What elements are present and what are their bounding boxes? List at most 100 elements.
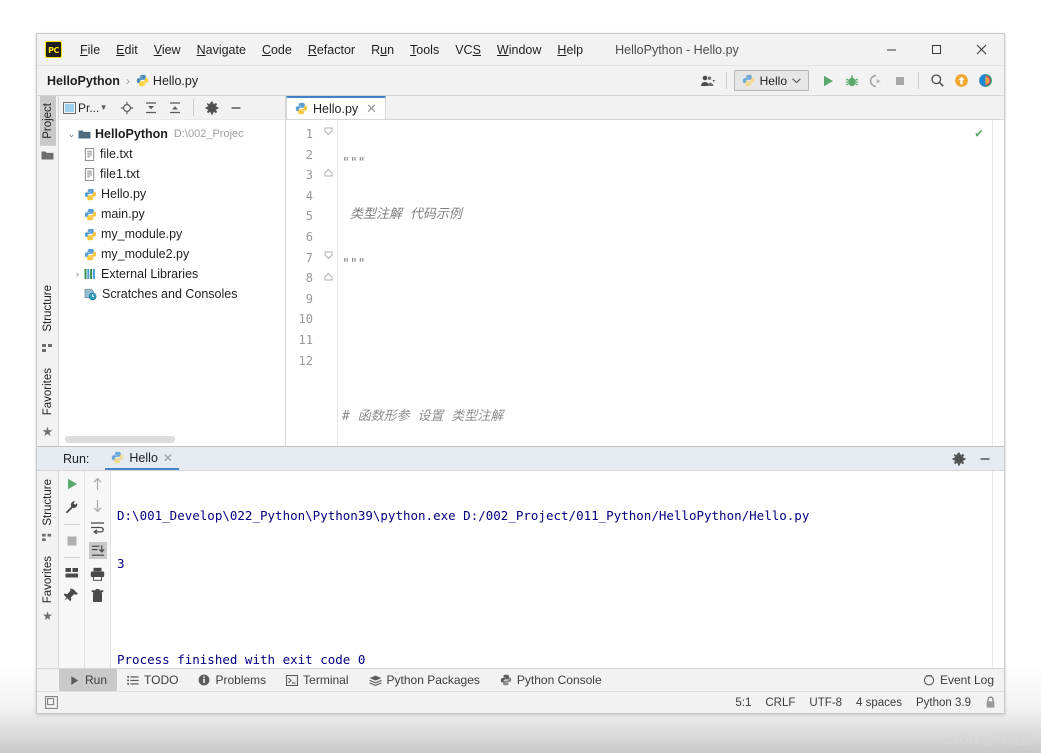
twisty-icon[interactable]: › — [71, 269, 84, 279]
clear-all-icon[interactable] — [91, 589, 104, 603]
menu-item-file[interactable]: File — [72, 41, 108, 59]
menu-item-navigate[interactable]: Navigate — [189, 41, 254, 59]
fold-region-function-icon[interactable] — [324, 251, 333, 260]
menu-item-help[interactable]: Help — [549, 41, 591, 59]
chevron-down-icon[interactable] — [792, 77, 801, 84]
bottom-tool-terminal[interactable]: Terminal — [276, 669, 358, 691]
bottom-tool-run[interactable]: Run — [59, 669, 118, 691]
tree-item-hellopython[interactable]: ⌄ HelloPython D:\002_Projec — [59, 124, 285, 144]
code-line-1[interactable]: """ — [338, 154, 992, 175]
event-log-label[interactable]: Event Log — [940, 673, 994, 687]
code-line-6[interactable]: # 函数形参 设置 类型注解 — [338, 407, 992, 428]
fold-region-function-end-icon[interactable] — [324, 272, 333, 281]
code-content[interactable]: """ 类型注解 代码示例 """ # 函数形参 设置 类型注解 def add… — [338, 120, 992, 446]
tree-item-hello-py[interactable]: Hello.py — [59, 184, 285, 204]
search-icon[interactable] — [926, 70, 948, 92]
close-icon[interactable]: ✕ — [366, 101, 377, 117]
lock-icon[interactable] — [985, 696, 996, 709]
scroll-down-icon[interactable] — [91, 499, 104, 513]
code-folding-gutter[interactable] — [320, 120, 338, 446]
bottom-tool-todo[interactable]: TODO — [117, 669, 188, 691]
project-horizontal-scrollbar[interactable] — [65, 436, 175, 443]
menu-item-edit[interactable]: Edit — [108, 41, 146, 59]
tree-item-file1-txt[interactable]: file1.txt — [59, 164, 285, 184]
window-controls[interactable] — [869, 34, 1004, 66]
update-project-icon[interactable] — [950, 70, 972, 92]
menu-bar[interactable]: File Edit View Navigate Code Refactor Ru… — [72, 41, 591, 59]
menu-item-view[interactable]: View — [146, 41, 189, 59]
tree-item-file-txt[interactable]: file.txt — [59, 144, 285, 164]
code-line-3[interactable]: """ — [338, 255, 992, 276]
twisty-icon[interactable]: ⌄ — [65, 129, 78, 140]
tree-item-main-py[interactable]: main.py — [59, 204, 285, 224]
configure-icon[interactable] — [64, 500, 79, 515]
run-icon[interactable] — [817, 70, 839, 92]
run-tab-hello[interactable]: Hello ✕ — [105, 447, 179, 470]
ide-and-plugin-updates-icon[interactable] — [974, 70, 996, 92]
bottom-tool-python-console[interactable]: Python Console — [490, 669, 612, 691]
line-separator[interactable]: CRLF — [765, 697, 795, 709]
breadcrumb-project[interactable]: HelloPython — [47, 74, 120, 88]
sidebar-tab-favorites[interactable]: Favorites — [40, 361, 56, 422]
code-line-5[interactable] — [338, 356, 992, 377]
tree-item-scratches-and-consoles[interactable]: Scratches and Consoles — [59, 284, 285, 304]
tab-hello-py[interactable]: Hello.py ✕ — [286, 96, 387, 119]
print-icon[interactable] — [90, 567, 105, 581]
python-interpreter[interactable]: Python 3.9 — [916, 697, 971, 709]
tree-item-my-module2-py[interactable]: my_module2.py — [59, 244, 285, 264]
console-scrollbar[interactable] — [992, 471, 1004, 668]
menu-item-refactor[interactable]: Refactor — [300, 41, 363, 59]
editor-scrollbar[interactable] — [992, 120, 1004, 446]
code-editor[interactable]: 1 2 3 4 5 6 7 8 9 10 11 12 """ 类型注解 代码示例… — [286, 120, 1004, 446]
sidebar-tab-project[interactable]: Project — [39, 96, 56, 146]
sidebar-tab-structure[interactable]: Structure — [40, 278, 56, 339]
hide-icon[interactable] — [974, 448, 996, 470]
breadcrumb-file[interactable]: Hello.py — [153, 74, 198, 88]
run-tab-label: Hello — [129, 450, 158, 465]
menu-item-code[interactable]: Code — [254, 41, 300, 59]
hide-icon[interactable] — [225, 97, 247, 119]
tree-item-my-module-py[interactable]: my_module.py — [59, 224, 285, 244]
tree-item-external-libraries[interactable]: › External Libraries — [59, 264, 285, 284]
bottom-tool-problems[interactable]: Problems — [188, 669, 276, 691]
file-encoding[interactable]: UTF-8 — [809, 697, 842, 709]
layout-icon[interactable] — [65, 567, 79, 579]
collapse-all-icon[interactable] — [164, 97, 186, 119]
locate-icon[interactable] — [116, 97, 138, 119]
toggle-tool-windows-icon[interactable] — [45, 696, 58, 709]
menu-item-window[interactable]: Window — [489, 41, 549, 59]
run-with-coverage-icon[interactable] — [865, 70, 887, 92]
chevron-down-icon[interactable]: ▾ — [101, 102, 106, 113]
project-view-label[interactable]: Pr... — [78, 101, 99, 115]
settings-gear-icon[interactable] — [948, 448, 970, 470]
code-line-2[interactable]: 类型注解 代码示例 — [338, 205, 992, 226]
inspection-status-icon[interactable]: ✔ — [975, 126, 983, 141]
run-console-output[interactable]: D:\001_Develop\022_Python\Python39\pytho… — [111, 471, 992, 668]
close-icon[interactable] — [959, 34, 1004, 66]
minimize-icon[interactable] — [869, 34, 914, 66]
people-icon[interactable] — [697, 70, 719, 92]
fold-region-docstring-end-icon[interactable] — [324, 168, 333, 177]
menu-item-run[interactable]: Run — [363, 41, 402, 59]
indent-setting[interactable]: 4 spaces — [856, 697, 902, 709]
project-tree[interactable]: ⌄ HelloPython D:\002_Projec file.txt fil… — [59, 120, 285, 446]
fold-region-docstring-icon[interactable] — [324, 127, 333, 136]
caret-position[interactable]: 5:1 — [735, 697, 751, 709]
debug-icon[interactable] — [841, 70, 863, 92]
bottom-tool-python-packages[interactable]: Python Packages — [359, 669, 490, 691]
sidebar-tab-favorites-lower[interactable]: Favorites — [41, 552, 55, 607]
menu-item-tools[interactable]: Tools — [402, 41, 447, 59]
run-configuration-selector[interactable]: Hello — [733, 70, 809, 91]
rerun-icon[interactable] — [65, 477, 79, 491]
scroll-up-icon[interactable] — [91, 477, 104, 491]
code-line-4[interactable] — [338, 306, 992, 327]
settings-gear-icon[interactable] — [201, 97, 223, 119]
menu-item-vcs[interactable]: VCS — [447, 41, 489, 59]
soft-wrap-icon[interactable] — [90, 521, 105, 534]
maximize-icon[interactable] — [914, 34, 959, 66]
expand-all-icon[interactable] — [140, 97, 162, 119]
close-icon[interactable]: ✕ — [163, 451, 173, 465]
sidebar-tab-structure-lower[interactable]: Structure — [41, 475, 55, 530]
scroll-to-end-icon[interactable] — [88, 542, 107, 559]
pin-icon[interactable] — [64, 588, 79, 603]
